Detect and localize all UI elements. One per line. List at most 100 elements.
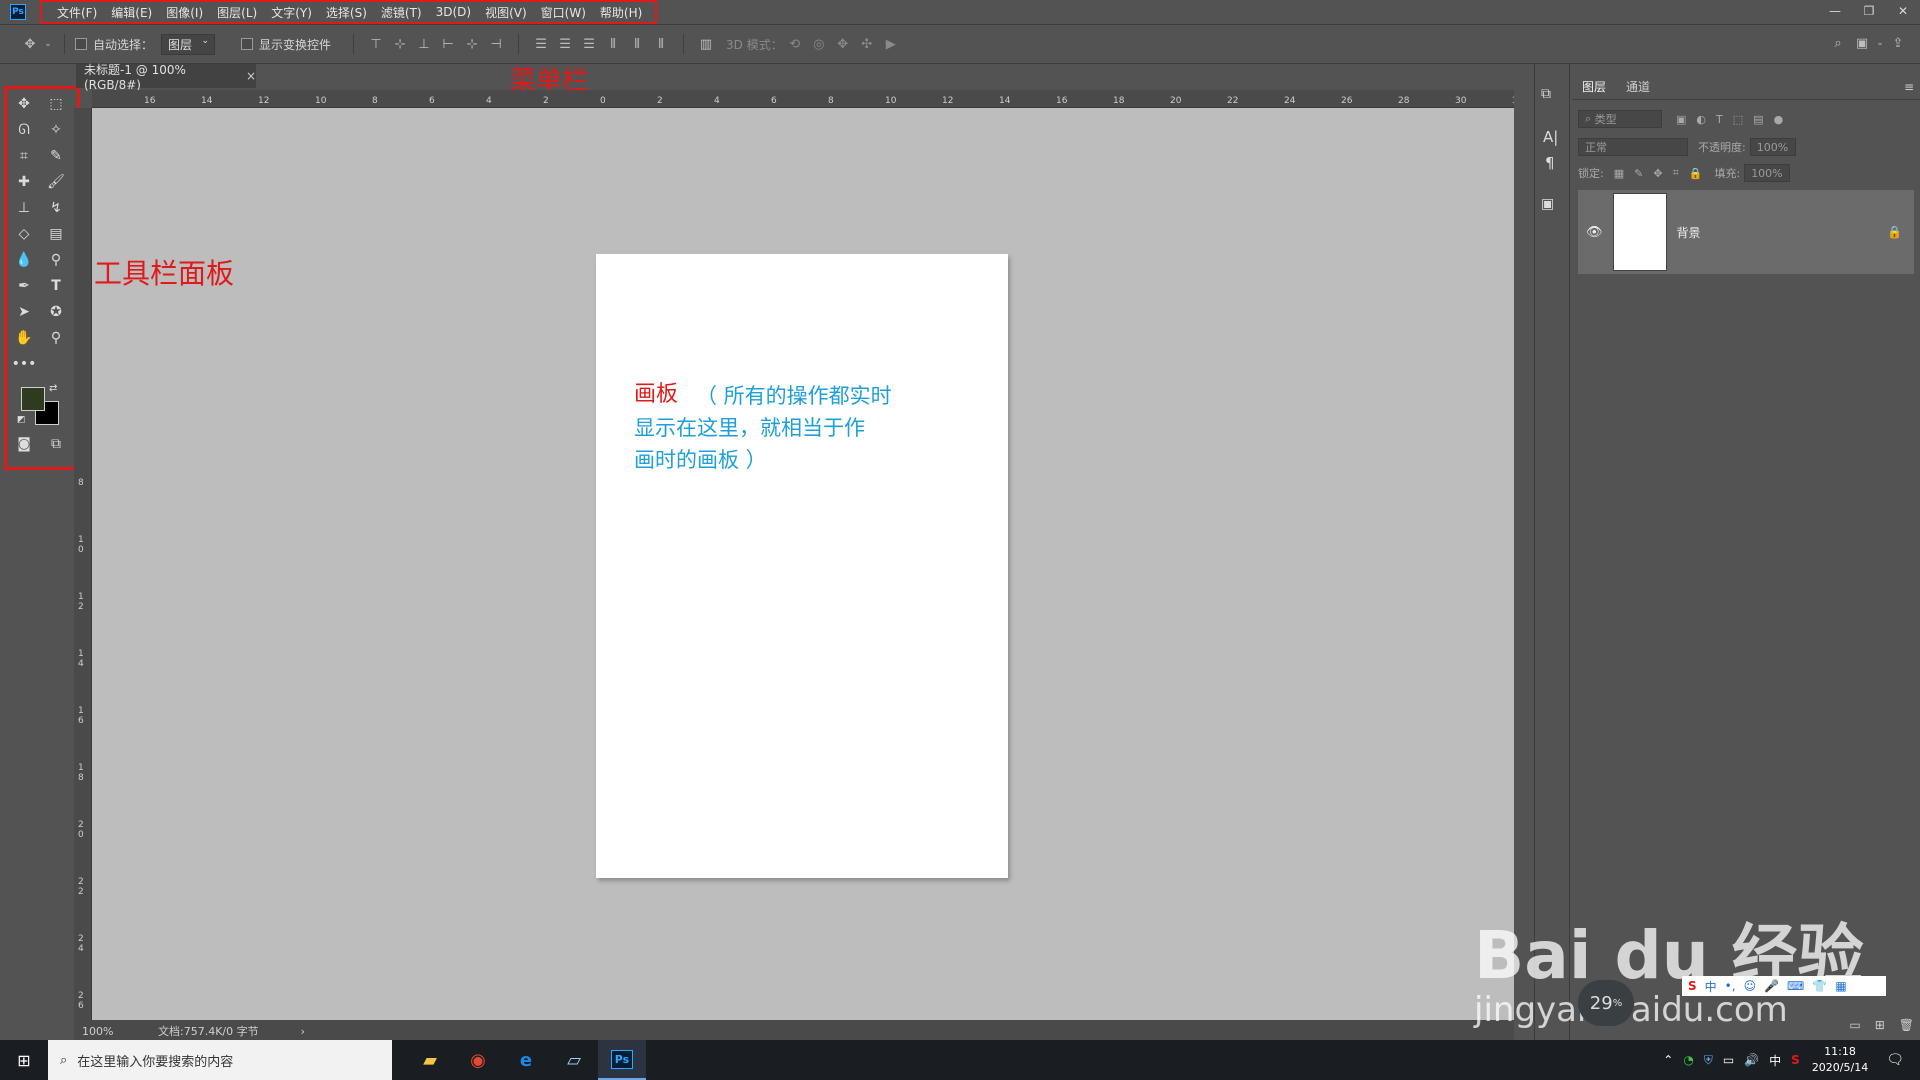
lock-pixels-icon[interactable]: ✎ [1634, 167, 1643, 180]
start-icon[interactable]: ⊞ [0, 1040, 48, 1080]
orbit-3d-icon[interactable]: ⟲ [783, 33, 807, 55]
menu-file[interactable]: 文件(F) [50, 4, 104, 21]
new-layer-icon[interactable]: ⊞ [1875, 1018, 1885, 1032]
libraries-panel-icon[interactable]: ▣ [1541, 196, 1554, 212]
slide-3d-icon[interactable]: ✣ [855, 33, 879, 55]
menu-image[interactable]: 图像(I) [159, 4, 210, 21]
distribute-vcenter-icon[interactable]: ☰ [553, 33, 577, 55]
edge-icon[interactable]: e [502, 1040, 550, 1080]
lasso-tool-icon[interactable]: ᘏ [11, 119, 37, 141]
minimize-button[interactable]: — [1818, 0, 1852, 22]
path-selection-tool-icon[interactable]: ➤ [11, 301, 37, 323]
close-button[interactable]: ✕ [1886, 0, 1920, 22]
align-vcenter-icon[interactable]: ⊹ [388, 33, 412, 55]
history-brush-tool-icon[interactable]: ↯ [43, 197, 69, 219]
zoom-level[interactable]: 100% [82, 1025, 154, 1038]
opacity-field[interactable]: 100% [1749, 138, 1796, 156]
notification-icon[interactable]: 🗨 [1886, 1052, 1904, 1068]
paragraph-panel-icon[interactable]: ¶ [1545, 154, 1555, 172]
search-icon[interactable]: ⌕ [1826, 32, 1850, 54]
network-icon[interactable]: ▭ [1723, 1053, 1734, 1067]
wechat-icon[interactable]: ◔ [1683, 1053, 1693, 1067]
layer-filter-select[interactable]: ⌕ 类型 [1578, 110, 1662, 128]
drag-3d-icon[interactable]: ✥ [831, 33, 855, 55]
document-tab[interactable]: 未标题-1 @ 100%(RGB/8#) × [76, 63, 256, 92]
character-panel-icon[interactable]: A| [1543, 128, 1558, 146]
eyedropper-tool-icon[interactable]: ✎ [43, 145, 69, 167]
microphone-icon[interactable]: 🎤 [1764, 979, 1779, 993]
quick-mask-icon[interactable]: ◙ [11, 433, 37, 455]
chevron-down-icon[interactable]: ⌄ [1874, 32, 1886, 54]
menu-layer[interactable]: 图层(L) [210, 4, 264, 21]
type-tool-icon[interactable]: T [43, 275, 69, 297]
clock[interactable]: 11:18 2020/5/14 [1812, 1044, 1868, 1076]
lock-position-icon[interactable]: ✥ [1653, 167, 1662, 180]
menu-window[interactable]: 窗口(W) [534, 4, 593, 21]
distribute-hcenter-icon[interactable]: ⫴ [625, 33, 649, 55]
file-explorer-icon[interactable]: ▰ [406, 1040, 454, 1080]
toolbox-icon[interactable]: ▦ [1835, 979, 1846, 993]
blur-tool-icon[interactable]: 💧 [11, 249, 37, 271]
eye-icon[interactable]: 👁 [1586, 225, 1603, 240]
photoshop-taskbar-icon[interactable]: Ps [598, 1040, 646, 1080]
filter-adjust-icon[interactable]: ◐ [1696, 113, 1706, 126]
healing-brush-tool-icon[interactable]: ✚ [11, 171, 37, 193]
filter-type-icon[interactable]: T [1716, 113, 1723, 126]
menu-type[interactable]: 文字(Y) [264, 4, 319, 21]
gradient-tool-icon[interactable]: ▤ [43, 223, 69, 245]
foreground-color-swatch[interactable] [21, 387, 45, 411]
history-panel-icon[interactable]: ⧉ [1541, 86, 1551, 102]
shield-icon[interactable]: ⛨ [1704, 1053, 1713, 1068]
tab-channels[interactable]: 通道 [1616, 78, 1660, 95]
magic-wand-tool-icon[interactable]: ✧ [43, 119, 69, 141]
marquee-tool-icon[interactable]: ⬚ [43, 93, 69, 115]
blend-mode-select[interactable]: 正常 [1578, 138, 1688, 156]
menu-help[interactable]: 帮助(H) [593, 4, 649, 21]
dodge-tool-icon[interactable]: ⚲ [43, 249, 69, 271]
custom-shape-tool-icon[interactable]: ✪ [43, 301, 69, 323]
panel-menu-icon[interactable]: ≡ [1904, 80, 1914, 94]
taskbar-search[interactable]: ⌕ 在这里输入你要搜索的内容 [48, 1040, 392, 1080]
filter-smart-icon[interactable]: ▤ [1753, 113, 1763, 126]
show-transform-checkbox[interactable] [241, 38, 254, 50]
zoom-tool-icon[interactable]: ⚲ [43, 327, 69, 349]
move-tool-icon[interactable]: ✥ [11, 93, 37, 115]
menu-select[interactable]: 选择(S) [319, 4, 374, 21]
chevron-down-icon[interactable]: ⌄ [42, 33, 54, 55]
layer-row-background[interactable]: 👁 背景 🔒 [1578, 190, 1914, 274]
roll-3d-icon[interactable]: ◎ [807, 33, 831, 55]
workspace-icon[interactable]: ▣ [1850, 32, 1874, 54]
lock-transparent-icon[interactable]: ▦ [1614, 167, 1624, 180]
ime-indicator[interactable]: 中 [1769, 1052, 1781, 1069]
auto-select-dropdown[interactable]: 图层 ⌄ [161, 33, 216, 55]
menu-filter[interactable]: 滤镜(T) [374, 4, 429, 21]
align-right-icon[interactable]: ⊣ [484, 33, 508, 55]
distribute-bottom-icon[interactable]: ☰ [577, 33, 601, 55]
share-icon[interactable]: ⇪ [1886, 32, 1910, 54]
notepad-icon[interactable]: ▱ [550, 1040, 598, 1080]
more-tools-icon[interactable]: ••• [11, 353, 37, 375]
default-colors-icon[interactable]: ◩ [17, 415, 26, 425]
distribute-right-icon[interactable]: ⫴ [649, 33, 673, 55]
temperature-widget[interactable]: 29% [1578, 980, 1634, 1026]
align-top-icon[interactable]: ⊤ [364, 33, 388, 55]
tab-layers[interactable]: 图层 [1572, 78, 1616, 95]
move-tool-icon[interactable]: ✥ [18, 33, 42, 55]
filter-toggle-icon[interactable]: ● [1774, 113, 1784, 126]
clone-stamp-tool-icon[interactable]: ⊥ [11, 197, 37, 219]
brush-tool-icon[interactable]: 🖌 [43, 171, 69, 193]
chrome-icon[interactable]: ◉ [454, 1040, 502, 1080]
sogou-tray-icon[interactable]: S [1791, 1053, 1800, 1067]
align-left-icon[interactable]: ⊢ [436, 33, 460, 55]
crop-tool-icon[interactable]: ⌗ [11, 145, 37, 167]
volume-icon[interactable]: 🔊 [1744, 1053, 1759, 1067]
distribute-left-icon[interactable]: ⫴ [601, 33, 625, 55]
align-bottom-icon[interactable]: ⊥ [412, 33, 436, 55]
restore-button[interactable]: ❐ [1852, 0, 1886, 22]
skin-icon[interactable]: 👕 [1812, 979, 1827, 993]
delete-layer-icon[interactable]: 🗑 [1899, 1018, 1914, 1032]
align-hcenter-icon[interactable]: ⊹ [460, 33, 484, 55]
distribute-top-icon[interactable]: ☰ [529, 33, 553, 55]
new-group-icon[interactable]: ▭ [1849, 1018, 1860, 1032]
menu-edit[interactable]: 编辑(E) [104, 4, 159, 21]
